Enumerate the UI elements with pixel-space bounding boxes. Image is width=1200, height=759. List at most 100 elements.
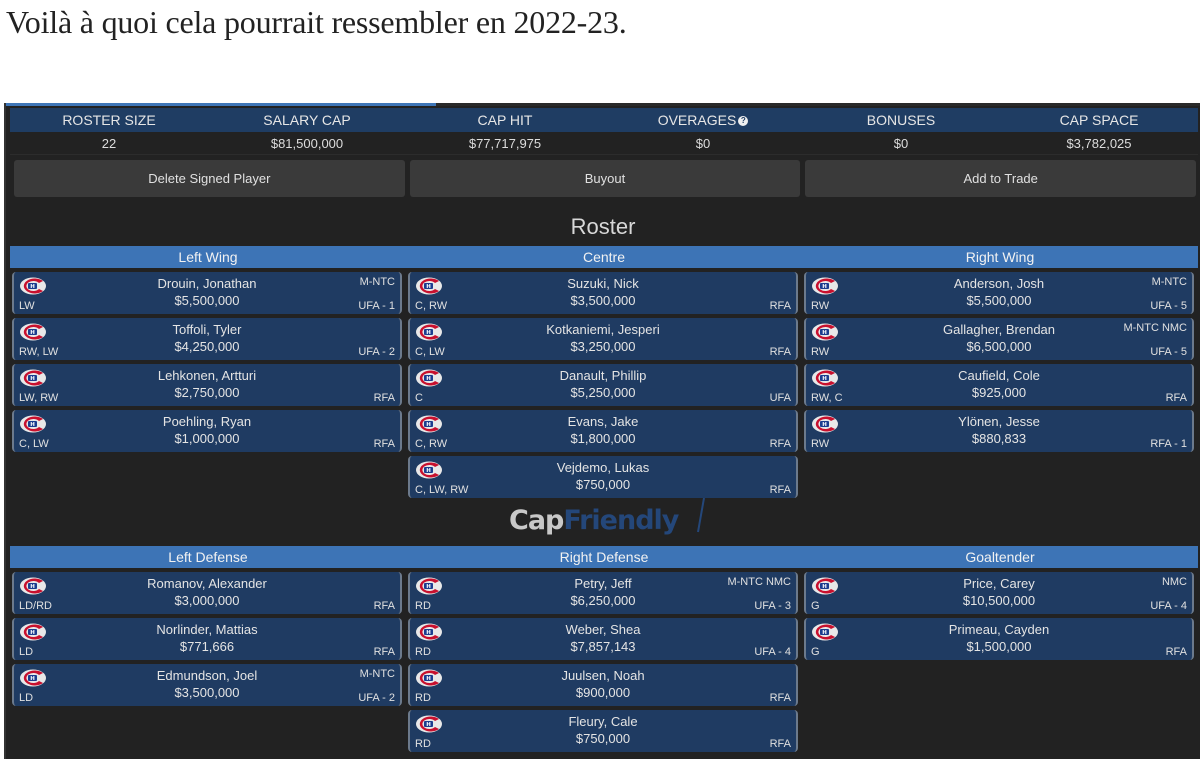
player-cap-hit: $3,000,000: [174, 593, 240, 608]
player-card[interactable]: H G Primeau, Cayden $1,500,000 RFA: [804, 618, 1194, 660]
stat-header-bonuses: BONUSES: [866, 112, 936, 128]
player-cap-hit: $925,000: [971, 385, 1027, 400]
question-circle-icon[interactable]: ?: [738, 116, 749, 127]
player-cap-hit: $750,000: [575, 731, 631, 746]
centre-column: H C, RW Suzuki, Nick $3,500,000 RFA H C,…: [408, 272, 798, 502]
player-clause: M-NTC: [359, 668, 395, 680]
player-status: RFA: [373, 392, 395, 404]
player-card[interactable]: H RW Ylönen, Jesse $880,833 RFA - 1: [804, 410, 1194, 452]
player-status: RFA: [373, 438, 395, 450]
player-cap-hit: $7,857,143: [570, 639, 636, 654]
player-name: Fleury, Cale: [568, 714, 638, 729]
player-cap-hit: $3,250,000: [570, 339, 636, 354]
player-status: UFA - 4: [1150, 600, 1187, 612]
player-cap-hit: $6,250,000: [570, 593, 636, 608]
stat-header-salary-cap: SALARY CAP: [263, 112, 351, 128]
section-left-defense: Left Defense: [168, 549, 248, 565]
player-card[interactable]: H RD Weber, Shea $7,857,143 UFA - 4: [408, 618, 798, 660]
player-status: RFA: [1165, 392, 1187, 404]
player-cap-hit: $6,500,000: [966, 339, 1032, 354]
stat-header-overages-label: OVERAGES: [657, 112, 737, 128]
player-name: Evans, Jake: [567, 414, 639, 429]
player-card[interactable]: H RD Petry, Jeff $6,250,000 M-NTC NMC UF…: [408, 572, 798, 614]
player-status: RFA: [769, 738, 791, 750]
section-right-wing: Right Wing: [965, 249, 1035, 265]
player-card[interactable]: H LD Norlinder, Mattias $771,666 RFA: [12, 618, 402, 660]
article-headline: Voilà à quoi cela pourrait ressembler en…: [6, 4, 627, 40]
player-name: Edmundson, Joel: [156, 668, 258, 683]
stat-bonuses: $0: [893, 136, 909, 151]
player-cap-hit: $1,800,000: [570, 431, 636, 446]
player-cap-hit: $3,500,000: [570, 293, 636, 308]
stats-values-row: 22 $81,500,000 $77,717,975 $0 $0 $3,782,…: [10, 132, 1198, 155]
logo-friendly-text: Friendly: [563, 505, 679, 536]
player-card[interactable]: H C, LW, RW Vejdemo, Lukas $750,000 RFA: [408, 456, 798, 498]
player-card[interactable]: H LW Drouin, Jonathan $5,500,000 M-NTC U…: [12, 272, 402, 314]
capfriendly-logo: CapFriendly: [509, 505, 679, 536]
player-name: Suzuki, Nick: [567, 276, 639, 291]
player-card[interactable]: H C, LW Kotkaniemi, Jesperi $3,250,000 R…: [408, 318, 798, 360]
player-status: UFA - 2: [358, 346, 395, 358]
player-status: UFA - 3: [754, 600, 791, 612]
player-card[interactable]: H C, RW Suzuki, Nick $3,500,000 RFA: [408, 272, 798, 314]
buyout-button[interactable]: Buyout: [409, 160, 801, 197]
player-name: Danault, Phillip: [559, 368, 647, 383]
left-wing-column: H LW Drouin, Jonathan $5,500,000 M-NTC U…: [12, 272, 402, 456]
player-card[interactable]: H LW, RW Lehkonen, Artturi $2,750,000 RF…: [12, 364, 402, 406]
section-centre: Centre: [582, 249, 626, 265]
player-status: UFA - 4: [754, 646, 791, 658]
action-buttons: Delete Signed Player Buyout Add to Trade: [14, 160, 1197, 197]
stat-header-overages: OVERAGES?: [604, 108, 802, 132]
player-clause: M-NTC NMC: [1123, 322, 1187, 334]
player-cap-hit: $5,500,000: [966, 293, 1032, 308]
player-card[interactable]: H RW Anderson, Josh $5,500,000 M-NTC UFA…: [804, 272, 1194, 314]
player-cap-hit: $10,500,000: [962, 593, 1036, 608]
player-name: Drouin, Jonathan: [157, 276, 257, 291]
player-card[interactable]: H G Price, Carey $10,500,000 NMC UFA - 4: [804, 572, 1194, 614]
player-name: Lehkonen, Artturi: [157, 368, 257, 383]
player-cap-hit: $750,000: [575, 477, 631, 492]
player-name: Weber, Shea: [565, 622, 641, 637]
player-status: RFA: [769, 484, 791, 496]
player-card[interactable]: H RW, C Caufield, Cole $925,000 RFA: [804, 364, 1194, 406]
stat-header-cap-hit: CAP HIT: [477, 112, 533, 128]
player-card[interactable]: H C, LW Poehling, Ryan $1,000,000 RFA: [12, 410, 402, 452]
stat-header-cap-space: CAP SPACE: [1059, 112, 1139, 128]
player-card[interactable]: H C, RW Evans, Jake $1,800,000 RFA: [408, 410, 798, 452]
player-card[interactable]: H LD Edmundson, Joel $3,500,000 M-NTC UF…: [12, 664, 402, 706]
player-card[interactable]: H RD Fleury, Cale $750,000 RFA: [408, 710, 798, 752]
delete-signed-player-button[interactable]: Delete Signed Player: [14, 160, 405, 197]
player-cap-hit: $880,833: [971, 431, 1027, 446]
player-cap-hit: $5,500,000: [174, 293, 240, 308]
player-status: RFA: [373, 646, 395, 658]
player-name: Caufield, Cole: [958, 368, 1040, 383]
stat-roster-size: 22: [101, 136, 117, 151]
hockey-stick-icon: [697, 498, 705, 533]
player-card[interactable]: H LD/RD Romanov, Alexander $3,000,000 RF…: [12, 572, 402, 614]
player-card[interactable]: H C Danault, Phillip $5,250,000 UFA: [408, 364, 798, 406]
add-to-trade-button[interactable]: Add to Trade: [805, 160, 1197, 197]
player-card[interactable]: H RW, LW Toffoli, Tyler $4,250,000 UFA -…: [12, 318, 402, 360]
logo-cap-text: Cap: [509, 505, 564, 536]
stats-header-row: ROSTER SIZE SALARY CAP CAP HIT OVERAGES?…: [10, 108, 1198, 132]
section-goaltender: Goaltender: [965, 549, 1035, 565]
roster-title: Roster: [570, 214, 636, 239]
player-card[interactable]: H RW Gallagher, Brendan $6,500,000 M-NTC…: [804, 318, 1194, 360]
player-name: Romanov, Alexander: [147, 576, 267, 591]
right-wing-column: H RW Anderson, Josh $5,500,000 M-NTC UFA…: [804, 272, 1194, 456]
player-name: Juulsen, Noah: [561, 668, 645, 683]
player-status: RFA: [769, 346, 791, 358]
goaltender-column: H G Price, Carey $10,500,000 NMC UFA - 4…: [804, 572, 1194, 664]
defense-section-header: Left Defense Right Defense Goaltender: [10, 546, 1198, 568]
player-name: Primeau, Cayden: [948, 622, 1050, 637]
section-right-defense: Right Defense: [559, 549, 649, 565]
player-name: Norlinder, Mattias: [156, 622, 258, 637]
player-status: UFA: [769, 392, 791, 404]
right-defense-column: H RD Petry, Jeff $6,250,000 M-NTC NMC UF…: [408, 572, 798, 756]
stat-cap-space: $3,782,025: [1066, 136, 1132, 151]
player-name: Vejdemo, Lukas: [556, 460, 650, 475]
player-name: Ylönen, Jesse: [958, 414, 1040, 429]
player-clause: NMC: [1161, 576, 1187, 588]
player-card[interactable]: H RD Juulsen, Noah $900,000 RFA: [408, 664, 798, 706]
player-cap-hit: $1,500,000: [966, 639, 1032, 654]
